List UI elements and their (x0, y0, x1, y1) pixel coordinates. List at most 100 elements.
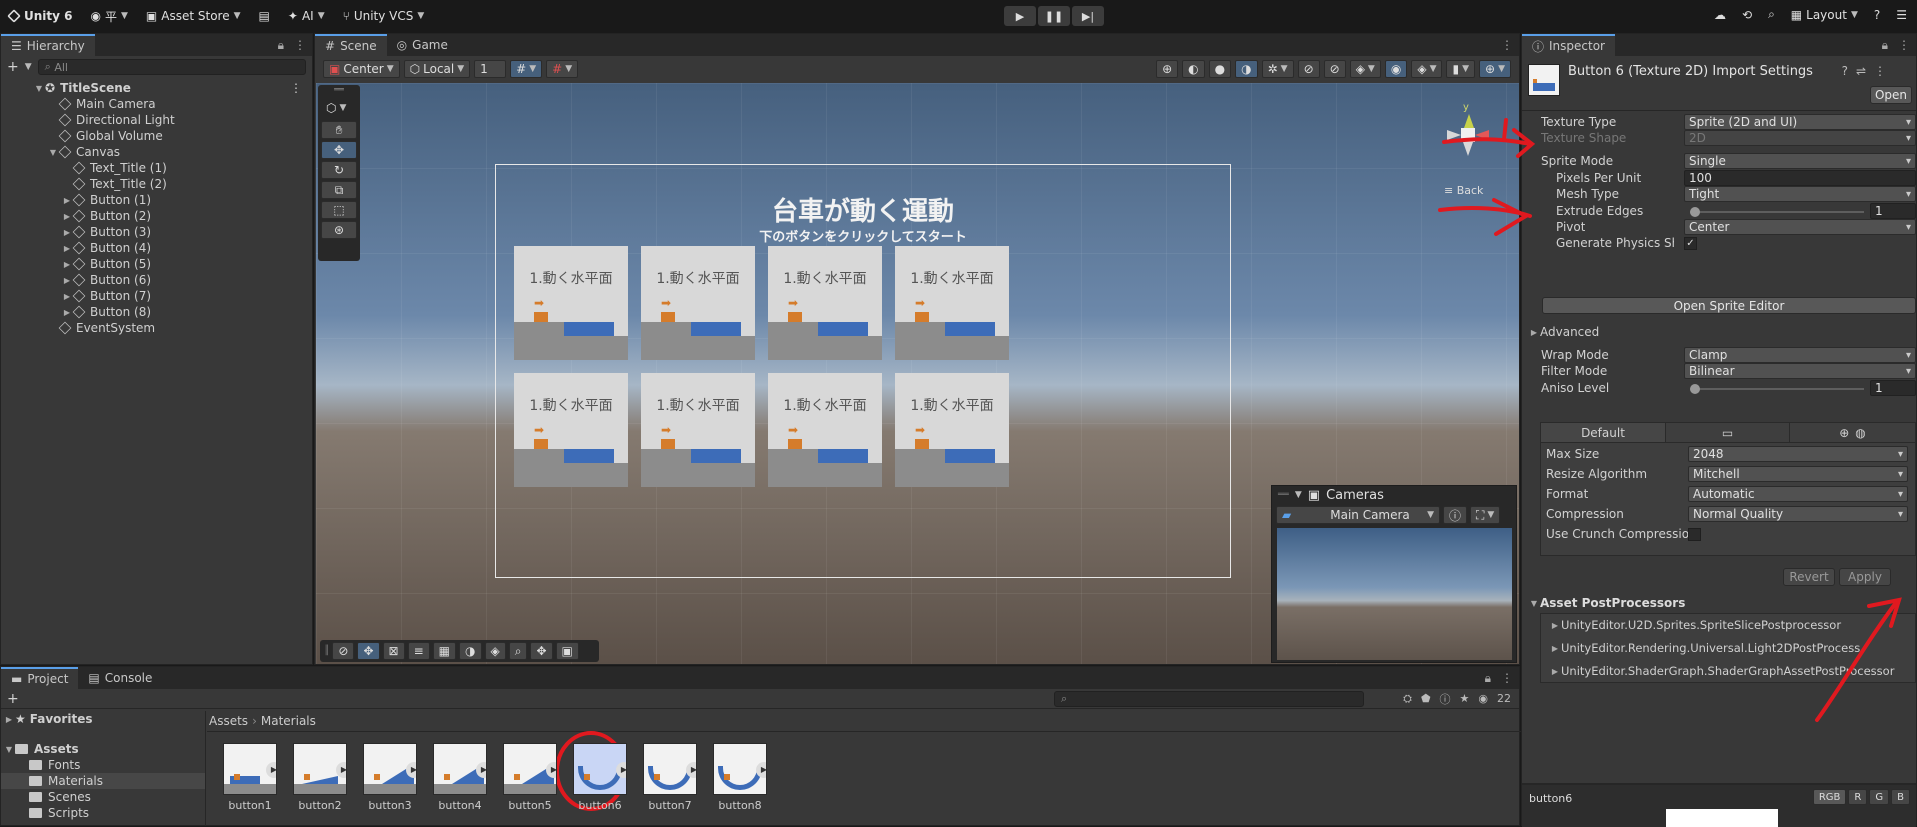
expand-arrow-icon[interactable]: ▶ (61, 260, 73, 269)
generate-physics-checkbox[interactable]: ✓ (1684, 237, 1697, 250)
hierarchy-item[interactable]: ▶ Button (7) (1, 288, 312, 304)
channel-g-button[interactable]: G (1869, 789, 1890, 805)
expand-arrow-icon[interactable]: ▶ (61, 276, 73, 285)
asset-item[interactable]: ▶ button4 (430, 743, 490, 812)
scene-start-button[interactable]: 1.動く水平面 ➡ (641, 373, 755, 487)
step-button[interactable]: ▶| (1072, 6, 1104, 26)
overlay-settings-button[interactable]: ≡ (407, 642, 430, 660)
project-search-input[interactable]: ⌕ (1054, 690, 1364, 707)
tab-inspector[interactable]: ⓘ Inspector (1522, 34, 1615, 56)
camera-select-dropdown[interactable]: ▰ Main Camera ▼ (1276, 506, 1440, 524)
shading-wireframe-toggle[interactable]: ◐ (1182, 60, 1205, 78)
effects-dropdown[interactable]: ◈ ▼ (1349, 60, 1381, 78)
open-sprite-editor-button[interactable]: Open Sprite Editor (1542, 297, 1916, 314)
overlay-bone-button[interactable]: ⊠ (382, 642, 405, 660)
overlay-grid-button[interactable]: ▦ (432, 642, 457, 660)
revert-button[interactable]: Revert (1783, 568, 1835, 586)
filter-type-icon[interactable]: ⛭ (1403, 692, 1412, 706)
more-icon[interactable]: ⋮ (1501, 38, 1513, 52)
overlay-compass-button[interactable]: ⊘ (332, 642, 355, 660)
folder-item[interactable]: Scenes (1, 789, 205, 805)
snap-toggle[interactable]: # ▼ (546, 60, 579, 78)
menu-icon[interactable]: ☰ (1896, 8, 1907, 22)
play-icon[interactable]: ▶ (616, 762, 626, 778)
tab-project[interactable]: ▬ Project (1, 667, 79, 689)
expand-arrow-icon[interactable]: ▶ (61, 308, 73, 317)
compression-dropdown[interactable]: Normal Quality (1688, 506, 1908, 522)
asset-item[interactable]: ▶ button1 (220, 743, 280, 812)
play-icon[interactable]: ▶ (546, 762, 556, 778)
asset-item[interactable]: ▶ button7 (640, 743, 700, 812)
grid-toggle[interactable]: # ▼ (510, 60, 543, 78)
play-icon[interactable]: ▶ (336, 762, 346, 778)
drag-handle-icon[interactable]: ══ (1278, 490, 1289, 500)
scene-viewport[interactable]: ══ ⬡ ▼ ✋︎ ✥ ↻ ⧉ ⬚ ⊛ 台車が動く運動 下のボタンをクリックしてス… (316, 83, 1519, 664)
filter-mode-dropdown[interactable]: Bilinear (1684, 363, 1916, 379)
scene-start-button[interactable]: 1.動く水平面 ➡ (895, 246, 1009, 360)
visibility-toggle[interactable]: ◉ (1384, 60, 1408, 78)
wrap-mode-dropdown[interactable]: Clamp (1684, 347, 1916, 363)
scene-row[interactable]: ▼ ✪ TitleScene ⋮ (1, 80, 312, 96)
tab-hierarchy[interactable]: ☰ Hierarchy (1, 34, 95, 56)
expand-arrow-icon[interactable]: ▼ (33, 84, 45, 93)
tab-scene[interactable]: # Scene (315, 34, 387, 56)
scene-start-button[interactable]: 1.動く水平面 ➡ (768, 246, 882, 360)
scene-start-button[interactable]: 1.動く水平面 ➡ (514, 246, 628, 360)
expand-arrow-icon[interactable]: ▶ (61, 196, 73, 205)
more-icon[interactable]: ⋮ (290, 81, 302, 95)
tab-console[interactable]: ▤ Console (78, 667, 162, 689)
folder-item[interactable]: Scripts (1, 805, 205, 821)
collapse-arrow-icon[interactable]: ▼ (1295, 490, 1302, 500)
format-dropdown[interactable]: Automatic (1688, 486, 1908, 502)
shading-lit-toggle[interactable]: ◑ (1235, 60, 1258, 78)
hierarchy-item[interactable]: ▶ Button (4) (1, 240, 312, 256)
overlay-search-button[interactable]: ⌕ (508, 642, 528, 660)
hierarchy-item[interactable]: Main Camera (1, 96, 312, 112)
globe-toggle[interactable]: ⊕ (1156, 60, 1179, 78)
channel-rgb-button[interactable]: RGB (1812, 789, 1847, 805)
breadcrumb-assets[interactable]: Assets (209, 714, 248, 728)
lock-icon[interactable]: 🔒︎ (1485, 671, 1491, 686)
slider-handle[interactable] (1690, 384, 1700, 394)
space-dropdown[interactable]: ⬡ Local ▼ (403, 60, 471, 78)
audio-toggle[interactable]: ⊘ (1323, 60, 1346, 78)
shading-solid-toggle[interactable]: ● (1208, 60, 1232, 78)
pixels-per-unit-field[interactable]: 100 (1684, 170, 1916, 186)
camera-info-button[interactable]: ⓘ (1443, 506, 1468, 524)
search-icon[interactable]: ⌕ (1768, 7, 1775, 22)
scene-start-button[interactable]: 1.動く水平面 ➡ (768, 373, 882, 487)
vcs-dropdown[interactable]: ⑂ Unity VCS ▼ (343, 9, 425, 23)
scene-start-button[interactable]: 1.動く水平面 ➡ (895, 373, 1009, 487)
platform-tab-web[interactable]: ⊕ ◍ (1789, 423, 1915, 442)
hierarchy-item[interactable]: EventSystem (1, 320, 312, 336)
play-icon[interactable]: ▶ (406, 762, 416, 778)
account-dropdown[interactable]: ◉ 平 ▼ (91, 8, 128, 25)
play-icon[interactable]: ▶ (476, 762, 486, 778)
add-icon[interactable]: + (7, 59, 19, 75)
texture-type-dropdown[interactable]: Sprite (2D and UI) (1684, 114, 1916, 130)
favorites-foldout[interactable]: ▶ ★ Favorites (1, 711, 205, 727)
eye-icon[interactable]: ◉ (1478, 692, 1488, 705)
asset-item[interactable]: ▶ button3 (360, 743, 420, 812)
overlay-camera-button[interactable]: ▣ (555, 642, 579, 660)
grid-snap-input[interactable]: 1 (474, 60, 507, 78)
platform-tab-standalone[interactable]: ▭ (1665, 423, 1789, 442)
asset-item[interactable]: ▶ button8 (710, 743, 770, 812)
hierarchy-item[interactable]: ▶ Button (8) (1, 304, 312, 320)
add-icon[interactable]: + (7, 691, 19, 707)
play-icon[interactable]: ▶ (686, 762, 696, 778)
expand-arrow-icon[interactable]: ▶ (61, 292, 73, 301)
hierarchy-item[interactable]: Directional Light (1, 112, 312, 128)
camera-dropdown[interactable]: ▮ ▼ (1446, 60, 1476, 78)
advanced-foldout[interactable]: ▶ Advanced (1528, 324, 1599, 340)
hierarchy-item[interactable]: Text_Title (2) (1, 176, 312, 192)
hierarchy-item[interactable]: ▶ Button (5) (1, 256, 312, 272)
overlay-layers-button[interactable]: ◈ (484, 642, 506, 660)
play-icon[interactable]: ▶ (266, 762, 276, 778)
layout-dropdown[interactable]: ▦ Layout ▼ (1791, 8, 1858, 22)
cloud-icon[interactable]: ☁ (1714, 8, 1726, 22)
camera-frame-dropdown[interactable]: ⛶ ▼ (1470, 506, 1501, 524)
extrude-edges-slider[interactable] (1690, 211, 1864, 213)
more-icon[interactable]: ⋮ (1874, 64, 1886, 78)
asset-item[interactable]: ▶ button5 (500, 743, 560, 812)
